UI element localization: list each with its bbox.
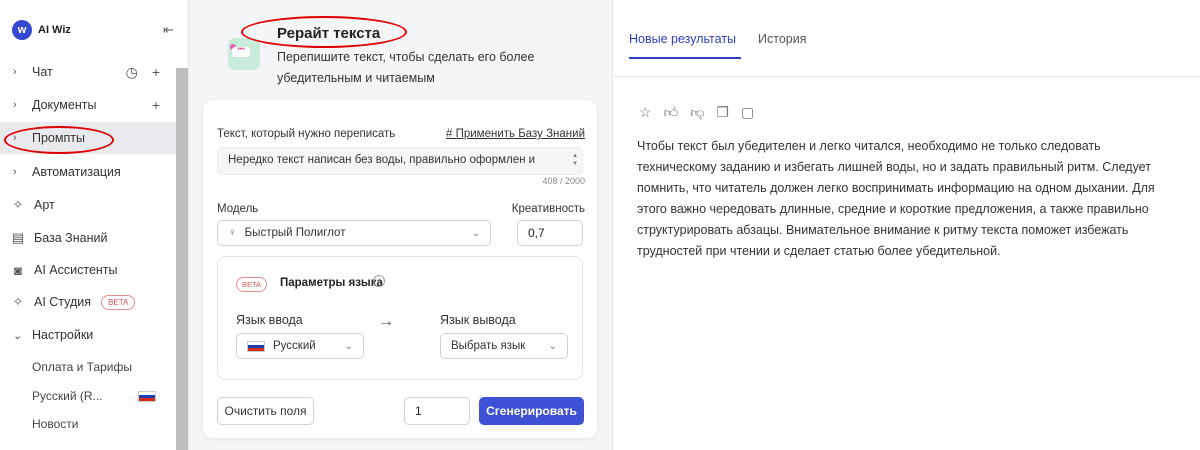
sidebar-item-label: Чат (32, 65, 53, 79)
sidebar-scrollbar[interactable] (176, 68, 188, 450)
source-text-value: Нередко текст написан без воды, правильн… (228, 154, 536, 166)
logo-icon: w (12, 20, 32, 40)
tab-new-results[interactable]: Новые результаты (629, 32, 736, 46)
sparkle-icon: ✧ (12, 197, 24, 212)
add-chat-icon[interactable]: + (152, 64, 160, 81)
char-counter: 408 / 2000 (542, 176, 585, 186)
settings-item-billing[interactable]: Оплата и Тарифы (32, 360, 132, 374)
add-document-icon[interactable]: + (152, 97, 160, 113)
chevron-down-icon: ⌄ (548, 340, 557, 352)
generate-button[interactable]: Сгенерировать (479, 397, 584, 425)
result-text: Чтобы текст был убедителен и легко читал… (637, 139, 1155, 258)
beta-badge: BETA (236, 277, 268, 292)
russian-flag-icon (138, 391, 156, 402)
info-icon[interactable]: i (373, 275, 385, 287)
clear-fields-button[interactable]: Очистить поля (217, 397, 314, 425)
result-actions: ☆ 👍︎ 👎︎ ❐ ▢ (639, 104, 754, 121)
input-language-label: Язык ввода (236, 313, 303, 327)
model-select[interactable]: ♀ Быстрый Полиглот ⌄ (217, 220, 491, 246)
document-icon[interactable]: ▢ (741, 104, 754, 121)
annotation-ellipse-title (241, 16, 407, 48)
results-panel: Новые результаты История ☆ 👍︎ 👎︎ ❐ ▢ Что… (613, 0, 1200, 450)
sidebar-item-ai-studio[interactable]: ✧ AI Студия BETA (0, 286, 176, 318)
sidebar-item-art[interactable]: ✧ Арт (0, 189, 176, 221)
star-icon[interactable]: ☆ (639, 104, 652, 121)
bubble-dots-icon: ••• (232, 46, 250, 57)
sidebar-item-label: Автоматизация (32, 165, 121, 179)
input-language-select[interactable]: Русский ⌄ (236, 333, 364, 359)
model-label: Модель (217, 203, 259, 215)
brand-name: AI Wiz (38, 24, 71, 36)
rewrite-form: Текст, который нужно переписать # Примен… (203, 100, 597, 438)
russian-flag-icon (247, 340, 265, 352)
sidebar-item-automation[interactable]: › Автоматизация (0, 156, 176, 188)
chevron-right-icon: › (13, 166, 17, 178)
source-text-input[interactable]: Нередко текст написан без воды, правильн… (217, 147, 583, 175)
chevron-down-icon: ⌄ (344, 340, 353, 352)
result-count-value: 1 (415, 404, 422, 418)
chevron-down-icon: ⌄ (13, 329, 23, 342)
arrow-right-icon: → (378, 313, 394, 330)
output-language-label: Язык вывода (440, 313, 516, 327)
creativity-value: 0,7 (528, 226, 545, 240)
thumbs-down-icon[interactable]: 👎︎ (690, 104, 704, 121)
page-description: Перепишите текст, чтобы сделать его боле… (277, 50, 535, 85)
brand-logo[interactable]: w AI Wiz (12, 20, 71, 40)
sidebar-item-label: AI Студия (34, 295, 92, 309)
lightbulb-icon: ♀ (228, 227, 237, 239)
chat-actions: ◷ + (126, 64, 160, 81)
text-field-label: Текст, который нужно переписать (217, 128, 396, 140)
apply-knowledge-base-link[interactable]: # Применить Базу Знаний (446, 128, 585, 140)
settings-item-language[interactable]: Русский (R... (32, 389, 103, 403)
chevron-right-icon: › (13, 66, 17, 78)
annotation-ellipse-prompts (4, 126, 114, 154)
sidebar-item-label: Арт (34, 198, 55, 212)
chevron-right-icon: › (13, 99, 17, 111)
sidebar: w AI Wiz ⇤ › Чат ◷ + › Документы + › Про… (0, 0, 189, 450)
copy-icon[interactable]: ❐ (716, 104, 729, 121)
sidebar-item-documents[interactable]: › Документы + (0, 89, 176, 121)
history-clock-icon[interactable]: ◷ (126, 64, 138, 81)
creativity-input[interactable]: 0,7 (517, 220, 583, 246)
robot-icon: ◙ (14, 262, 22, 278)
textarea-scroll-arrows-icon[interactable]: ▲ ▼ (572, 152, 578, 168)
sidebar-item-ai-assistants[interactable]: ◙ AI Ассистенты (0, 254, 176, 286)
sidebar-item-label: Документы (32, 98, 97, 112)
output-language-select[interactable]: Выбрать язык ⌄ (440, 333, 568, 359)
sidebar-item-chat[interactable]: › Чат ◷ + (0, 56, 176, 88)
sidebar-item-label: AI Ассистенты (34, 263, 118, 277)
sidebar-item-settings[interactable]: ⌄ Настройки (0, 319, 176, 351)
input-language-value: Русский (273, 340, 316, 352)
result-count-input[interactable]: 1 (404, 397, 470, 425)
output-language-value: Выбрать язык (451, 340, 526, 352)
beta-badge: BETA (101, 294, 136, 310)
collapse-sidebar-icon[interactable]: ⇤ (163, 22, 174, 38)
model-value: Быстрый Полиглот (244, 227, 346, 239)
chat-bubble-icon: ••• (228, 38, 260, 70)
tab-history[interactable]: История (758, 32, 806, 46)
sidebar-item-knowledge-base[interactable]: ▤ База Знаний (0, 222, 176, 254)
sparkle-icon: ✧ (12, 294, 24, 309)
active-tab-indicator (629, 57, 741, 59)
thumbs-up-icon[interactable]: 👍︎ (664, 104, 679, 121)
documents-actions: + (152, 97, 160, 113)
creativity-label: Креативность (511, 203, 585, 215)
app-window: w AI Wiz ⇤ › Чат ◷ + › Документы + › Про… (0, 0, 1200, 450)
sidebar-item-label: Настройки (32, 328, 94, 342)
settings-item-news[interactable]: Новости (32, 417, 78, 431)
tool-panel: ••• Рерайт текста Перепишите текст, чтоб… (189, 0, 613, 450)
book-icon: ▤ (11, 230, 25, 245)
chevron-down-icon: ⌄ (471, 227, 480, 239)
language-params-box: BETA Параметры языка i Язык ввода → Язык… (217, 256, 583, 380)
sidebar-item-label: База Знаний (34, 231, 108, 245)
language-params-title: Параметры языка (280, 277, 383, 289)
results-tabs: Новые результаты История (613, 0, 1200, 77)
